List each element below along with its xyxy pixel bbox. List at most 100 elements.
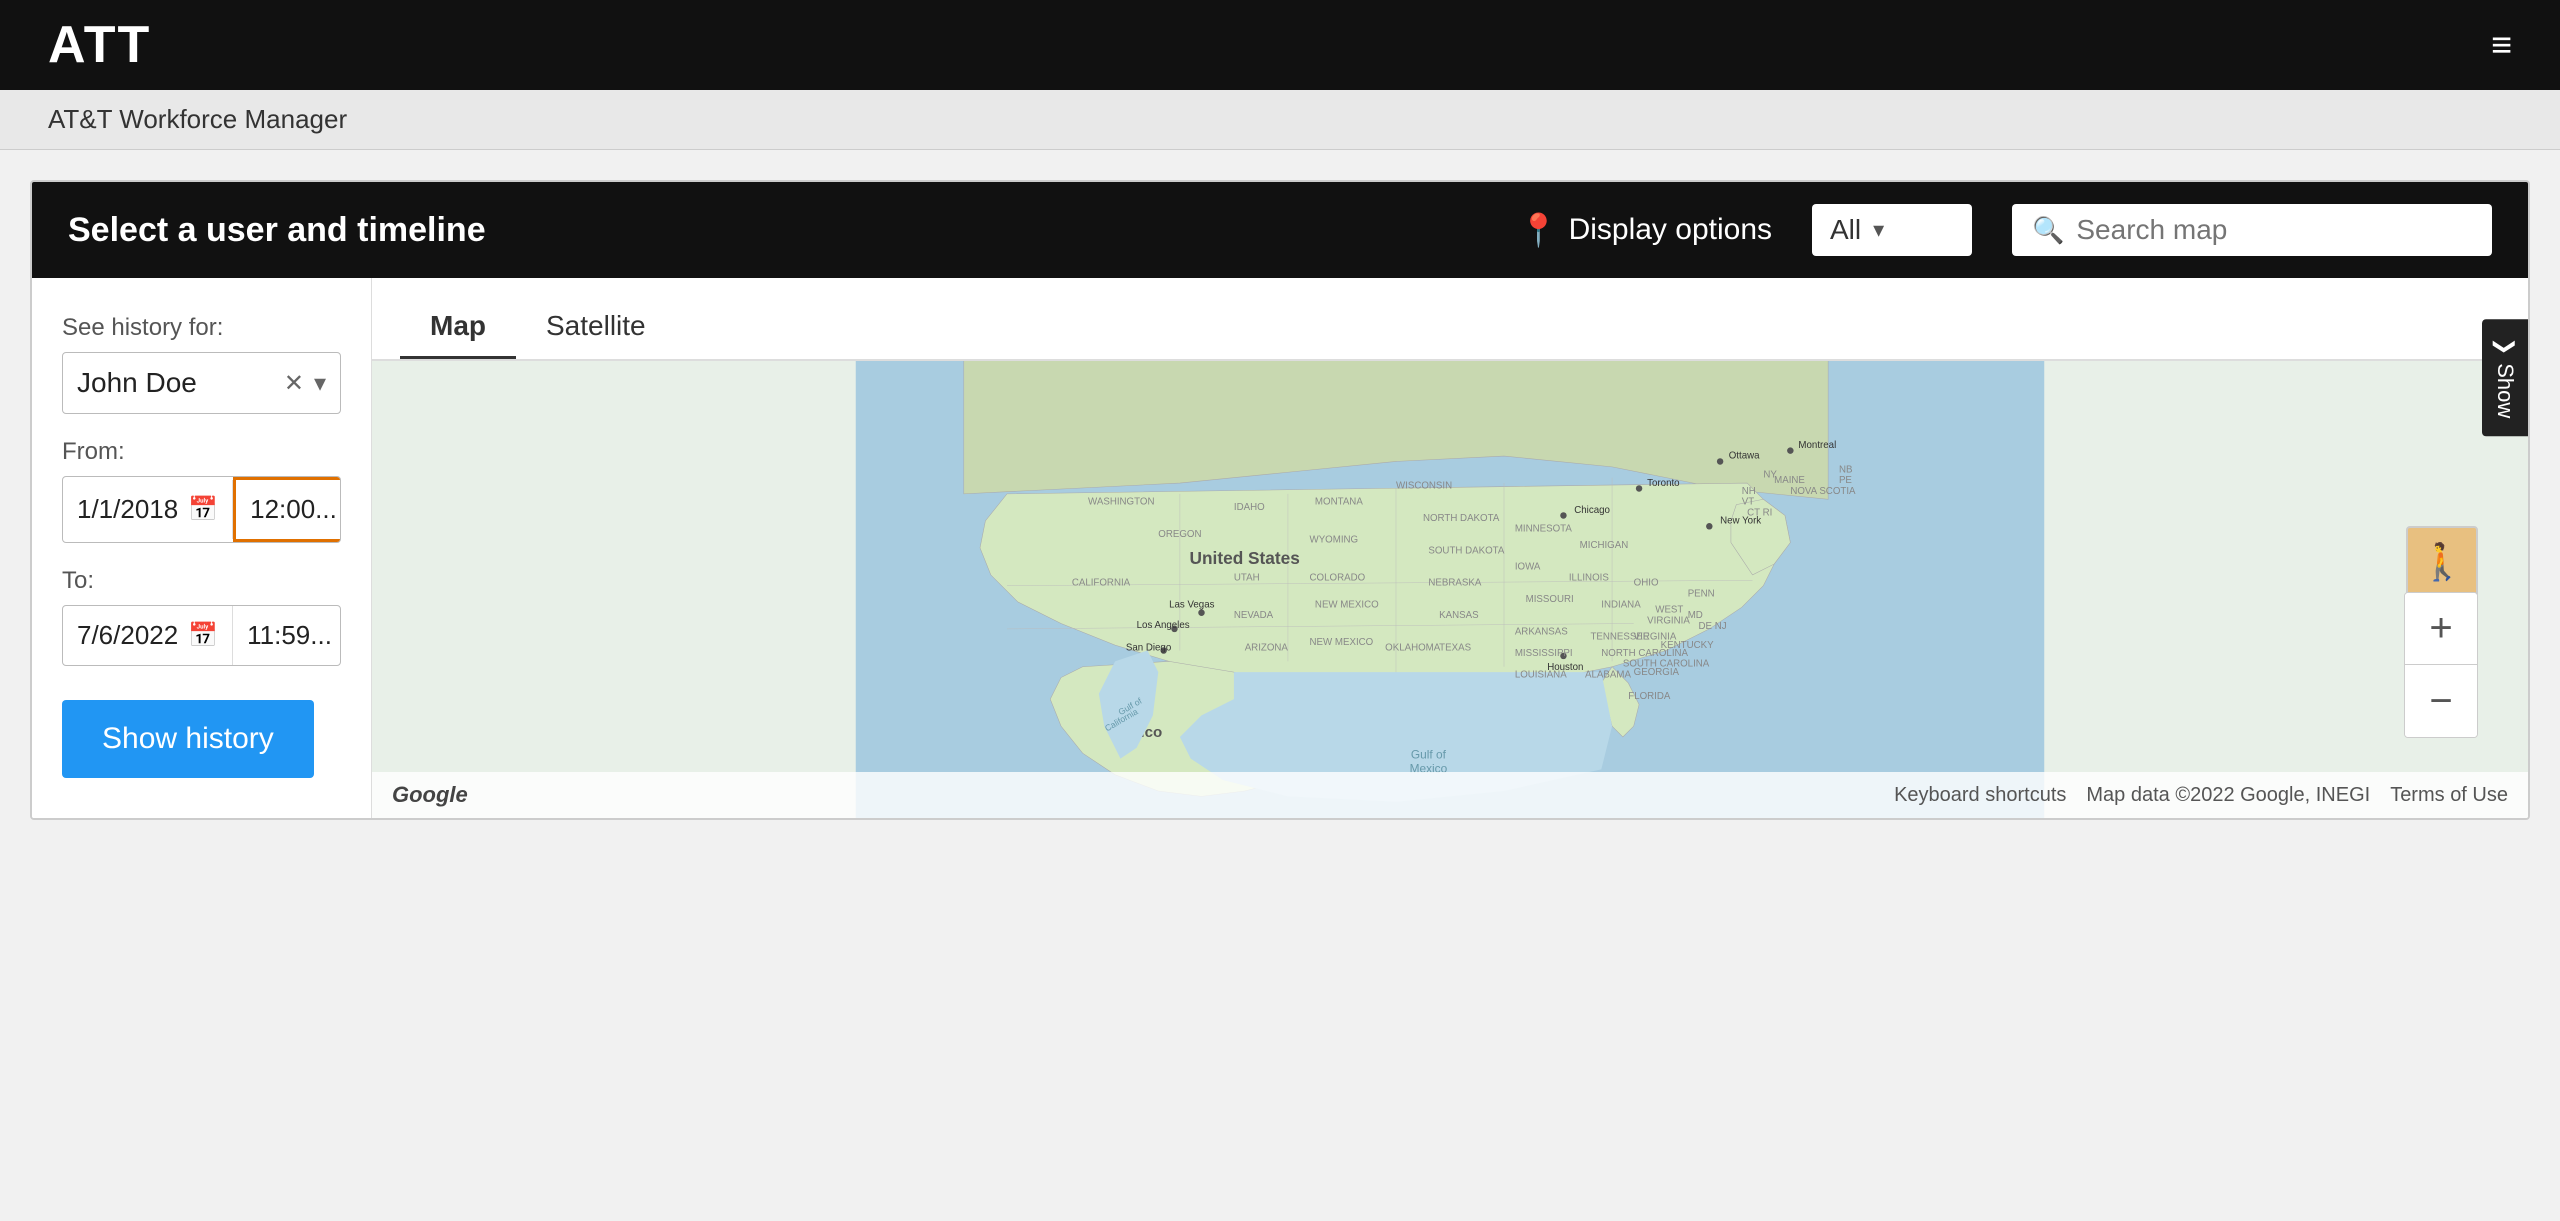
show-sidebar-tab[interactable]: ❯ Show xyxy=(2482,319,2528,436)
svg-text:Chicago: Chicago xyxy=(1574,505,1610,516)
svg-text:FLORIDA: FLORIDA xyxy=(1628,691,1671,702)
zoom-out-button[interactable]: − xyxy=(2405,665,2477,737)
svg-text:KANSAS: KANSAS xyxy=(1439,610,1479,621)
svg-text:Las Vegas: Las Vegas xyxy=(1169,599,1215,610)
map-zoom-controls: + − xyxy=(2404,592,2478,738)
svg-text:MISSOURI: MISSOURI xyxy=(1526,594,1574,605)
search-map-input[interactable] xyxy=(2076,214,2472,246)
main-container: Select a user and timeline 📍 Display opt… xyxy=(0,150,2560,850)
svg-text:LOUISIANA: LOUISIANA xyxy=(1515,670,1567,681)
navbar: ATT ≡ xyxy=(0,0,2560,90)
svg-text:WISCONSIN: WISCONSIN xyxy=(1396,480,1452,491)
svg-text:ALABAMA: ALABAMA xyxy=(1585,670,1631,681)
google-logo: Google xyxy=(392,782,468,808)
map-svg-wrapper: United States Mexico Gulf of Mexico Chic… xyxy=(372,348,2528,818)
chevron-down-icon: ▾ xyxy=(1873,217,1884,243)
svg-text:VIRGINIA: VIRGINIA xyxy=(1647,616,1690,627)
tab-map[interactable]: Map xyxy=(400,296,516,359)
from-calendar-icon[interactable]: 📅 xyxy=(188,495,218,524)
from-section: From: 1/1/2018 📅 12:00... 🕐 xyxy=(62,438,341,543)
display-options-button[interactable]: 📍 Display options xyxy=(1519,211,1772,249)
svg-text:Gulf of: Gulf of xyxy=(1411,748,1447,762)
svg-text:OKLAHOMA: OKLAHOMA xyxy=(1385,643,1441,654)
map-data-attribution: Map data ©2022 Google, INEGI xyxy=(2086,784,2370,807)
svg-text:WYOMING: WYOMING xyxy=(1310,534,1359,545)
svg-text:OREGON: OREGON xyxy=(1158,529,1201,540)
map-svg[interactable]: United States Mexico Gulf of Mexico Chic… xyxy=(372,348,2528,818)
from-time-value: 12:00... xyxy=(250,494,337,525)
keyboard-shortcuts-link[interactable]: Keyboard shortcuts xyxy=(1894,784,2066,807)
svg-text:Ottawa: Ottawa xyxy=(1729,451,1760,462)
from-date-field[interactable]: 1/1/2018 📅 xyxy=(63,480,233,539)
pin-icon: 📍 xyxy=(1519,211,1559,249)
breadcrumb: AT&T Workforce Manager xyxy=(0,90,2560,150)
to-calendar-icon[interactable]: 📅 xyxy=(188,621,218,650)
from-datetime-row: 1/1/2018 📅 12:00... 🕐 xyxy=(62,476,341,543)
svg-text:ILLINOIS: ILLINOIS xyxy=(1569,572,1609,583)
svg-text:GEORGIA: GEORGIA xyxy=(1634,667,1680,678)
to-time-field[interactable]: 11:59... 🕐 xyxy=(233,606,341,665)
svg-text:NORTH DAKOTA: NORTH DAKOTA xyxy=(1423,513,1500,524)
from-time-field[interactable]: 12:00... 🕐 xyxy=(233,477,341,542)
svg-text:COLORADO: COLORADO xyxy=(1310,572,1366,583)
svg-text:OHIO: OHIO xyxy=(1634,578,1659,589)
main-panel: Select a user and timeline 📍 Display opt… xyxy=(30,180,2530,820)
to-section: To: 7/6/2022 📅 11:59... 🕐 xyxy=(62,567,341,666)
panel-header: Select a user and timeline 📍 Display opt… xyxy=(32,182,2528,278)
from-label: From: xyxy=(62,438,341,466)
svg-text:NEW MEXICO: NEW MEXICO xyxy=(1310,637,1374,648)
svg-text:NEW MEXICO: NEW MEXICO xyxy=(1315,599,1379,610)
svg-text:WEST: WEST xyxy=(1655,605,1683,616)
svg-text:San Diego: San Diego xyxy=(1126,643,1171,654)
user-select[interactable]: John Doe ✕ ▾ xyxy=(62,352,341,414)
see-history-label: See history for: xyxy=(62,314,341,342)
app-logo: ATT xyxy=(48,15,151,75)
svg-text:CALIFORNIA: CALIFORNIA xyxy=(1072,578,1131,589)
all-dropdown[interactable]: All ▾ xyxy=(1812,204,1972,256)
svg-text:United States: United States xyxy=(1190,548,1300,568)
clear-user-icon[interactable]: ✕ xyxy=(284,369,304,398)
svg-text:PENN: PENN xyxy=(1688,589,1715,600)
panel-body: See history for: John Doe ✕ ▾ From: 1/1/… xyxy=(32,278,2528,818)
svg-text:NEVADA: NEVADA xyxy=(1234,610,1274,621)
svg-text:IDAHO: IDAHO xyxy=(1234,502,1265,513)
to-date-field[interactable]: 7/6/2022 📅 xyxy=(63,606,233,665)
svg-text:ARIZONA: ARIZONA xyxy=(1245,643,1289,654)
search-icon: 🔍 xyxy=(2032,215,2064,246)
to-datetime-row: 7/6/2022 📅 11:59... 🕐 xyxy=(62,605,341,666)
to-label: To: xyxy=(62,567,341,595)
svg-text:WASHINGTON: WASHINGTON xyxy=(1088,497,1154,508)
svg-text:NEBRASKA: NEBRASKA xyxy=(1428,578,1481,589)
map-footer: Google Keyboard shortcuts Map data ©2022… xyxy=(372,772,2528,818)
menu-icon[interactable]: ≡ xyxy=(2491,24,2512,66)
svg-text:Montreal: Montreal xyxy=(1798,440,1836,451)
map-container: Map Satellite xyxy=(372,278,2528,818)
svg-text:MAINE: MAINE xyxy=(1774,475,1805,486)
svg-text:Los Angeles: Los Angeles xyxy=(1137,620,1190,631)
show-history-button[interactable]: Show history xyxy=(62,700,314,778)
svg-text:NB: NB xyxy=(1839,464,1853,475)
street-view-button[interactable]: 🚶 xyxy=(2406,526,2478,598)
to-date-value: 7/6/2022 xyxy=(77,620,178,651)
terms-of-use-link[interactable]: Terms of Use xyxy=(2390,784,2508,807)
svg-text:ARKANSAS: ARKANSAS xyxy=(1515,626,1568,637)
svg-text:MD: MD xyxy=(1688,610,1703,621)
svg-text:UTAH: UTAH xyxy=(1234,572,1260,583)
svg-text:KENTUCKY: KENTUCKY xyxy=(1661,640,1714,651)
map-footer-links: Keyboard shortcuts Map data ©2022 Google… xyxy=(1894,784,2508,807)
to-time-value: 11:59... xyxy=(247,620,332,651)
zoom-in-button[interactable]: + xyxy=(2405,593,2477,665)
panel-title: Select a user and timeline xyxy=(68,211,1479,250)
svg-text:TEXAS: TEXAS xyxy=(1439,643,1471,654)
user-dropdown-icon[interactable]: ▾ xyxy=(314,369,326,398)
svg-text:MISSISSIPPI: MISSISSIPPI xyxy=(1515,648,1573,659)
svg-text:NOVA SCOTIA: NOVA SCOTIA xyxy=(1790,486,1856,497)
show-sidebar-arrow: ❯ xyxy=(2492,337,2518,355)
show-sidebar-label: Show xyxy=(2492,364,2518,419)
svg-text:PE: PE xyxy=(1839,475,1852,486)
user-name-value: John Doe xyxy=(77,367,274,399)
svg-text:MICHIGAN: MICHIGAN xyxy=(1580,540,1629,551)
svg-text:MONTANA: MONTANA xyxy=(1315,497,1363,508)
svg-text:INDIANA: INDIANA xyxy=(1601,599,1641,610)
tab-satellite[interactable]: Satellite xyxy=(516,296,676,359)
